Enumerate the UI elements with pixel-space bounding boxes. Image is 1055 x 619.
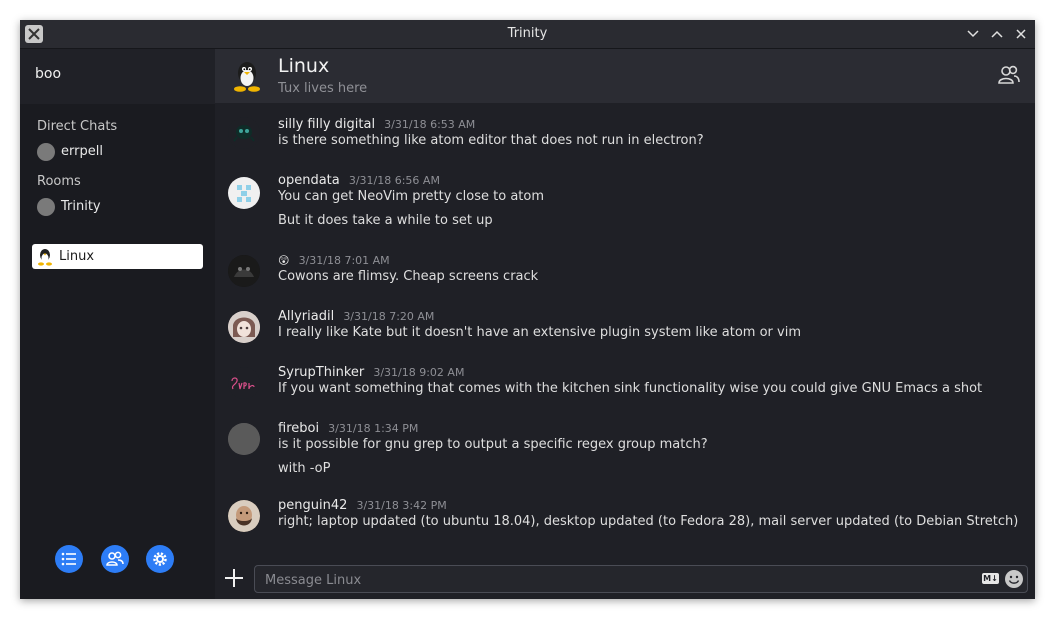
maximize-button[interactable]	[988, 25, 1006, 43]
avatar	[37, 197, 55, 216]
message-body: But it does take a while to set up	[278, 213, 493, 228]
user-name: boo	[35, 66, 62, 82]
emoji-icon	[1005, 570, 1023, 588]
message-body: I really like Kate but it doesn't have a…	[278, 325, 802, 340]
message-sender[interactable]: penguin42	[278, 498, 347, 513]
message-timeline: silly filly digital 3/31/18 6:53 AM is t…	[215, 103, 1035, 563]
emoji-button[interactable]	[1004, 569, 1024, 589]
message-body: right; laptop updated (to ubuntu 18.04),…	[278, 514, 1019, 529]
message-timestamp: 3/31/18 3:42 PM	[356, 499, 447, 512]
app-window: Trinity boo Direct Chats errpell Rooms T…	[20, 20, 1035, 599]
chevron-up-icon	[991, 30, 1003, 38]
message-body: is there something like atom editor that…	[278, 133, 704, 148]
minimize-button[interactable]	[964, 25, 982, 43]
message-body: You can get NeoVim pretty close to atom	[278, 189, 545, 204]
sidebar: boo Direct Chats errpell Rooms Trinity L…	[20, 49, 215, 599]
message-timestamp: 3/31/18 1:34 PM	[328, 422, 419, 435]
sidebar-item-linux[interactable]: Linux	[32, 244, 203, 269]
message-input[interactable]	[263, 569, 967, 591]
tux-icon	[37, 248, 53, 266]
message-sender[interactable]: 😲	[278, 254, 289, 267]
title-bar: Trinity	[20, 20, 1035, 49]
message-sender[interactable]: opendata	[278, 173, 340, 188]
message-timestamp: 3/31/18 9:02 AM	[373, 366, 465, 379]
sidebar-item-label: Linux	[59, 249, 95, 264]
message-body: with -oP	[278, 461, 331, 476]
message-sender[interactable]: SyrupThinker	[278, 365, 364, 380]
contacts-button[interactable]	[101, 545, 129, 573]
composer: M↓	[215, 563, 1035, 599]
message-sender[interactable]: silly filly digital	[278, 117, 375, 132]
room-header: Linux Tux lives here	[215, 49, 1035, 103]
room-members-button[interactable]	[998, 65, 1020, 87]
user-header[interactable]: boo	[20, 49, 215, 104]
avatar[interactable]	[228, 500, 260, 532]
avatar[interactable]	[228, 311, 260, 343]
avatar[interactable]	[228, 117, 260, 149]
avatar[interactable]	[228, 367, 260, 399]
sidebar-item-label: errpell	[61, 144, 103, 159]
message-sender[interactable]: Allyriadil	[278, 309, 334, 324]
direct-chats-label: Direct Chats	[37, 119, 118, 134]
people-icon	[998, 65, 1020, 84]
avatar[interactable]	[228, 423, 260, 455]
sidebar-item-trinity[interactable]: Trinity	[32, 194, 203, 219]
room-topic: Tux lives here	[278, 81, 368, 96]
avatar[interactable]	[228, 255, 260, 287]
tux-icon	[232, 60, 262, 92]
message-input-box[interactable]: M↓	[254, 565, 1028, 593]
avatar[interactable]	[228, 177, 260, 209]
list-icon	[61, 552, 76, 566]
attach-button[interactable]	[224, 568, 244, 588]
chevron-down-icon	[967, 30, 979, 38]
chat-area: Linux Tux lives here silly filly digital…	[215, 49, 1035, 599]
message-timestamp: 3/31/18 7:20 AM	[343, 310, 435, 323]
message-body: is it possible for gnu grep to output a …	[278, 437, 708, 452]
close-button[interactable]	[1012, 25, 1030, 43]
sidebar-item-errpell[interactable]: errpell	[32, 139, 203, 164]
close-icon	[1016, 29, 1026, 39]
settings-button[interactable]	[146, 545, 174, 573]
message-body: If you want something that comes with th…	[278, 381, 983, 396]
message-timestamp: 3/31/18 6:53 AM	[384, 118, 476, 131]
people-icon	[106, 551, 124, 566]
rooms-label: Rooms	[37, 174, 81, 189]
window-title: Trinity	[507, 26, 548, 41]
message-sender[interactable]: fireboi	[278, 421, 319, 436]
message-timestamp: 3/31/18 7:01 AM	[298, 254, 390, 267]
plus-icon	[225, 569, 243, 587]
message-body: Cowons are flimsy. Cheap screens crack	[278, 269, 539, 284]
room-list-button[interactable]	[55, 545, 83, 573]
markdown-icon[interactable]: M↓	[982, 573, 999, 584]
avatar	[37, 142, 55, 161]
message-timestamp: 3/31/18 6:56 AM	[348, 174, 440, 187]
sidebar-item-label: Trinity	[61, 199, 101, 214]
room-name: Linux	[278, 55, 330, 77]
gear-icon	[153, 552, 167, 566]
